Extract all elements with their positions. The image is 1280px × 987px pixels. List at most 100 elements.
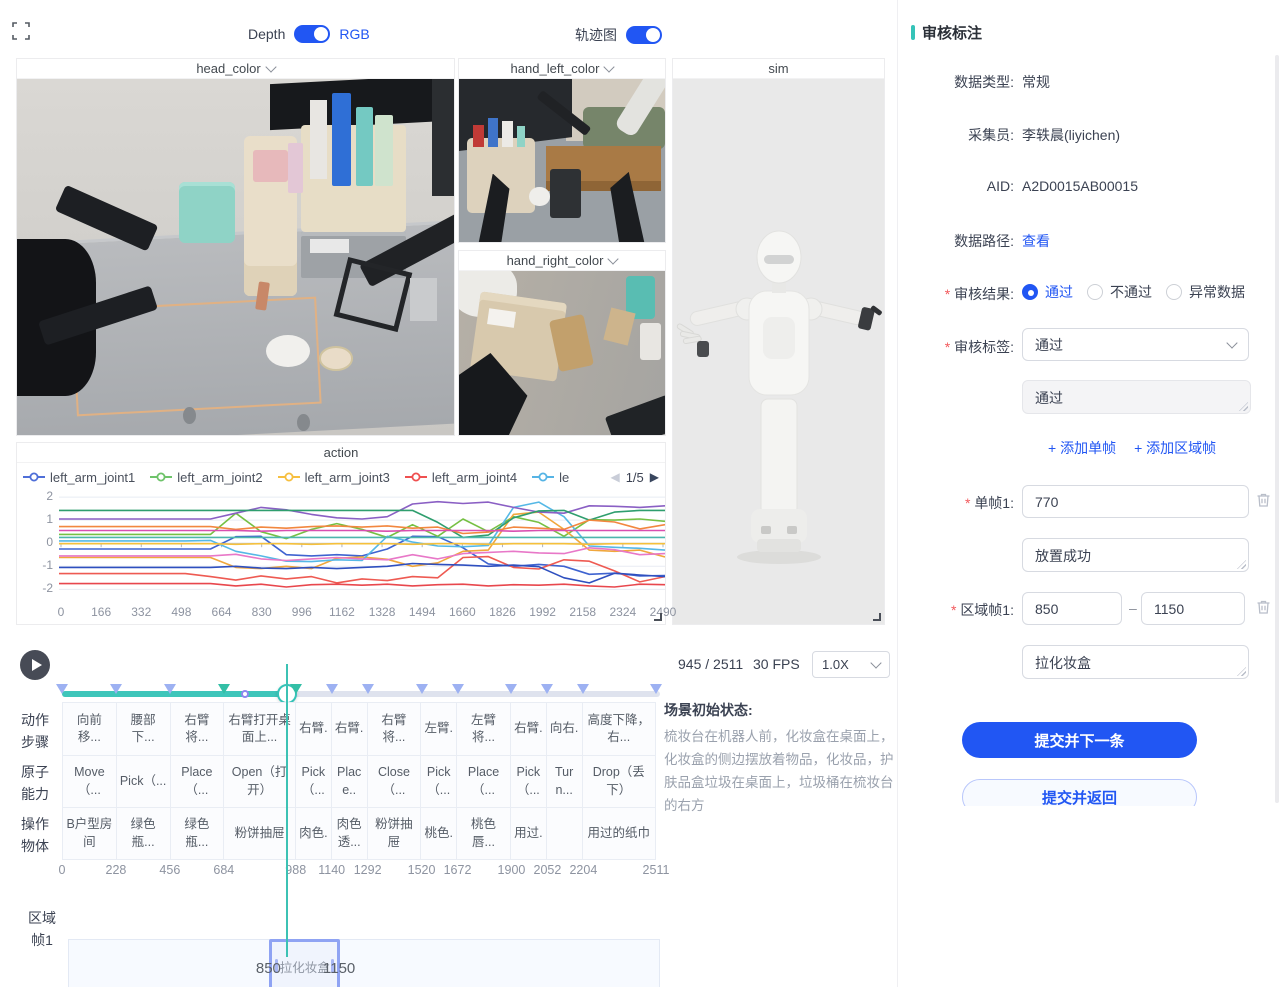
review-tag-select[interactable]: 通过 xyxy=(1022,328,1249,361)
step-marker-icon[interactable] xyxy=(577,684,589,694)
table-cell[interactable]: 用过. xyxy=(511,808,547,859)
hand-right-camera-header[interactable]: hand_right_color xyxy=(459,251,665,271)
table-cell[interactable]: Pick（... xyxy=(296,756,332,807)
table-cell[interactable]: 腰部下... xyxy=(117,703,171,755)
table-cell[interactable]: Move（... xyxy=(63,756,117,807)
scene-tissue xyxy=(266,335,310,367)
x-tick-label: 1992 xyxy=(529,605,556,619)
frame-axis-label: 988 xyxy=(285,863,306,877)
radio-option[interactable]: 异常数据 xyxy=(1166,282,1245,302)
rgb-label: RGB xyxy=(339,26,369,42)
scrollbar[interactable] xyxy=(1275,55,1279,803)
step-marker-icon[interactable] xyxy=(452,684,464,694)
head-camera-header[interactable]: head_color xyxy=(17,59,454,79)
step-marker-icon[interactable] xyxy=(56,684,68,694)
table-cell[interactable]: 桃色. xyxy=(421,808,457,859)
radio-option[interactable]: 不通过 xyxy=(1087,282,1152,302)
step-marker-icon[interactable] xyxy=(416,684,428,694)
table-cell[interactable]: 右臂将... xyxy=(368,703,422,755)
table-cell[interactable]: Turn... xyxy=(547,756,583,807)
speed-select[interactable]: 1.0X xyxy=(812,651,890,678)
legend-prev-icon[interactable]: ◀ xyxy=(610,470,619,484)
legend-item[interactable]: left_arm_joint4 xyxy=(405,470,517,485)
legend-pagination: ◀ 1/5 ▶ xyxy=(610,470,659,485)
step-marker-icon[interactable] xyxy=(218,684,230,694)
delete-region-frame-icon[interactable] xyxy=(1256,599,1271,620)
legend-item[interactable]: left_arm_joint2 xyxy=(150,470,262,485)
step-marker-icon[interactable] xyxy=(650,684,662,694)
resize-grip-icon[interactable] xyxy=(1239,402,1248,411)
table-cell[interactable]: 右臂将... xyxy=(171,703,225,755)
table-cell[interactable]: 肉色透... xyxy=(332,808,368,859)
table-cell[interactable]: Close（... xyxy=(368,756,422,807)
table-cell[interactable]: 左臂. xyxy=(421,703,457,755)
single-frame-input[interactable]: 770 xyxy=(1022,485,1249,518)
fullscreen-icon[interactable] xyxy=(12,22,30,40)
step-marker-icon[interactable] xyxy=(541,684,553,694)
hand-left-camera-header[interactable]: hand_left_color xyxy=(459,59,665,79)
sim-robot xyxy=(673,79,884,624)
legend-item[interactable]: left_arm_joint3 xyxy=(278,470,390,485)
table-cell[interactable]: 粉饼抽屉 xyxy=(368,808,422,859)
trajectory-toggle[interactable] xyxy=(626,26,662,44)
resize-grip-icon[interactable] xyxy=(1237,667,1246,676)
review-title-row: 审核标注 xyxy=(911,22,982,43)
step-marker-icon[interactable] xyxy=(110,684,122,694)
table-cell[interactable]: Pick（... xyxy=(511,756,547,807)
region-end-input[interactable]: 1150 xyxy=(1141,592,1245,625)
radio-option[interactable]: 通过 xyxy=(1022,282,1073,302)
table-cell[interactable]: Pick（... xyxy=(117,756,171,807)
depth-rgb-toggle[interactable] xyxy=(294,25,330,43)
table-cell[interactable]: B户型房间 xyxy=(63,808,117,859)
submit-next-button[interactable]: 提交并下一条 xyxy=(962,722,1197,758)
table-cell[interactable]: Drop（丢下） xyxy=(583,756,655,807)
region-frame-note[interactable]: 拉化妆盒 xyxy=(1022,645,1249,679)
table-cell[interactable]: 右臂. xyxy=(296,703,332,755)
legend-next-icon[interactable]: ▶ xyxy=(650,470,659,484)
review-tag-note[interactable]: 通过 xyxy=(1022,380,1251,414)
step-marker-icon[interactable] xyxy=(326,684,338,694)
resize-corner-icon[interactable] xyxy=(873,613,881,621)
delete-single-frame-icon[interactable] xyxy=(1256,492,1271,513)
legend-item[interactable]: le xyxy=(532,470,569,485)
speed-value: 1.0X xyxy=(822,657,849,672)
table-cell[interactable]: 向右. xyxy=(547,703,583,755)
table-cell[interactable]: Pick（... xyxy=(421,756,457,807)
step-marker-icon[interactable] xyxy=(362,684,374,694)
table-cell[interactable] xyxy=(547,808,583,859)
table-cell[interactable]: 右臂. xyxy=(332,703,368,755)
table-cell[interactable]: 肉色. xyxy=(296,808,332,859)
table-row: 向前移...腰部下...右臂将...右臂打开桌面上...右臂.右臂.右臂将...… xyxy=(63,703,655,755)
data-path-link[interactable]: 查看 xyxy=(1022,231,1050,251)
table-cell[interactable]: 向前移... xyxy=(63,703,117,755)
legend-item[interactable]: left_arm_joint1 xyxy=(23,470,135,485)
step-marker-icon[interactable] xyxy=(505,684,517,694)
region-track-bar[interactable]: 拉化妆盒 xyxy=(68,939,660,987)
table-cell[interactable]: 左臂将... xyxy=(457,703,511,755)
region-start-input[interactable]: 850 xyxy=(1022,592,1122,625)
sim-viewport[interactable] xyxy=(673,79,884,624)
playhead-line[interactable] xyxy=(286,664,288,957)
step-marker-icon[interactable] xyxy=(290,684,302,694)
table-cell[interactable]: 绿色瓶... xyxy=(117,808,171,859)
step-marker-icon[interactable] xyxy=(164,684,176,694)
table-cell[interactable]: 右臂. xyxy=(511,703,547,755)
table-cell[interactable]: 桃色唇... xyxy=(457,808,511,859)
chart-plot-area[interactable] xyxy=(59,489,665,602)
submit-back-button[interactable]: 提交并返回 xyxy=(962,779,1197,806)
table-cell[interactable]: 绿色瓶... xyxy=(171,808,225,859)
table-cell[interactable]: Place（... xyxy=(457,756,511,807)
table-cell[interactable]: Place（... xyxy=(171,756,225,807)
single-frame-note[interactable]: 放置成功 xyxy=(1022,538,1249,572)
scene-teal-box xyxy=(179,182,236,243)
resize-grip-icon[interactable] xyxy=(1237,560,1246,569)
scene-metal-plate xyxy=(410,278,436,321)
resize-corner-icon[interactable] xyxy=(654,613,662,621)
table-cell[interactable]: 高度下降，右... xyxy=(583,703,655,755)
table-cell[interactable]: Place.. xyxy=(332,756,368,807)
play-button[interactable] xyxy=(20,650,50,680)
table-cell[interactable]: 用过的纸巾 xyxy=(583,808,655,859)
x-tick-label: 0 xyxy=(58,605,65,619)
add-single-frame-link[interactable]: + 添加单帧 xyxy=(1048,438,1116,458)
add-region-frame-link[interactable]: + 添加区域帧 xyxy=(1134,438,1216,458)
